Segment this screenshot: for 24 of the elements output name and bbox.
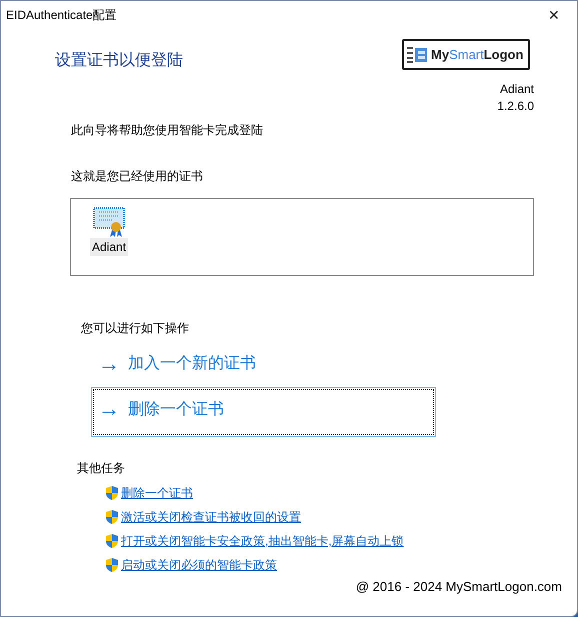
version-number: 1.2.6.0 [496, 98, 534, 115]
product-name: Adiant [498, 81, 534, 98]
chip-icon [407, 46, 429, 64]
shield-icon [104, 533, 120, 549]
shield-icon [104, 557, 120, 573]
task-link[interactable]: 启动或关闭必须的智能卡政策 [121, 556, 277, 574]
page-heading: 设置证书以便登陆 [55, 50, 183, 71]
section-label: 这就是您已经使用的证书 [71, 168, 204, 185]
task-link[interactable]: 删除一个证书 [121, 484, 193, 502]
certificate-item[interactable]: Adiant [90, 206, 128, 275]
command-link[interactable]: → 加入一个新的证书 [91, 351, 436, 377]
window-title: EIDAuthenticate配置 [6, 7, 117, 24]
section-label: 您可以进行如下操作 [81, 320, 190, 337]
close-button[interactable]: ✕ [531, 1, 577, 29]
task-link[interactable]: 打开或关闭智能卡安全政策,抽出智能卡,屏幕自动上锁 [121, 532, 404, 550]
shield-icon [104, 509, 120, 525]
command-link[interactable]: → 删除一个证书 [91, 387, 436, 437]
copyright-text: @ 2016 - 2024 MySmartLogon.com [354, 578, 562, 596]
section-label: 其他任务 [77, 460, 126, 477]
logo-text: MySmartLogon [431, 46, 524, 64]
shield-icon [104, 485, 120, 501]
certificate-icon [92, 206, 126, 238]
task-link[interactable]: 激活或关闭检查证书被收回的设置 [121, 508, 301, 526]
intro-text: 此向导将帮助您使用智能卡完成登陆 [71, 122, 264, 139]
